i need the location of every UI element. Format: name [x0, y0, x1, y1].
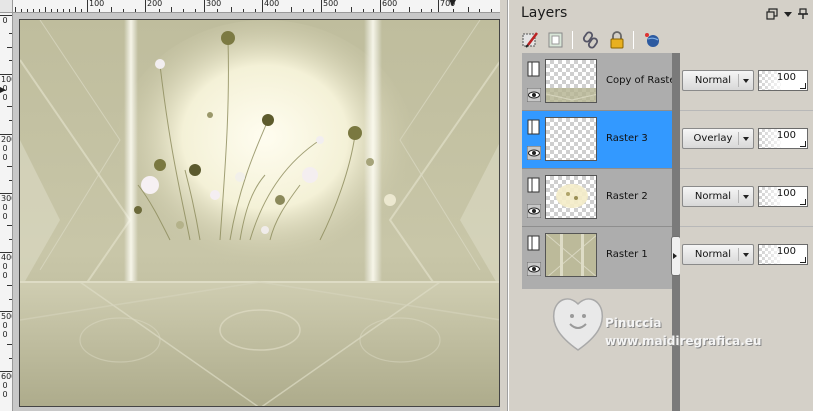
- watermark-name: Pinuccia: [605, 316, 662, 330]
- chevron-down-icon: [743, 253, 749, 257]
- visibility-eye-icon[interactable]: [527, 88, 541, 102]
- ruler-corner: [0, 0, 13, 13]
- float-icon[interactable]: [766, 8, 778, 20]
- layer-link-icon[interactable]: [527, 119, 541, 135]
- lock-icon[interactable]: [606, 29, 628, 51]
- ruler-label: 0: [2, 16, 8, 25]
- mask-icon[interactable]: [545, 29, 567, 51]
- ruler-label: 500: [1, 312, 12, 321]
- blend-mode-label: Normal: [694, 191, 732, 202]
- palette-header: Layers: [509, 0, 813, 28]
- resize-grip-icon: [800, 141, 806, 147]
- watermark-url: www.maidiregrafica.eu: [605, 334, 762, 348]
- panel-splitter[interactable]: [500, 0, 508, 411]
- chevron-down-icon: [743, 79, 749, 83]
- opacity-value: 100: [776, 188, 796, 199]
- expand-arrow-icon[interactable]: [673, 253, 677, 259]
- menu-arrow-icon[interactable]: [782, 8, 794, 20]
- layer-thumbnail: [545, 59, 597, 103]
- ruler-label: 100: [1, 75, 12, 84]
- visibility-eye-icon[interactable]: [527, 204, 541, 218]
- blend-mode-dropdown[interactable]: Normal: [682, 70, 754, 91]
- opacity-field[interactable]: 100: [758, 186, 808, 207]
- layer-row[interactable]: Raster 1: [522, 227, 672, 289]
- layer-props-row: Normal 100: [680, 227, 813, 289]
- blend-mode-label: Normal: [694, 75, 732, 86]
- opacity-field[interactable]: 100: [758, 70, 808, 91]
- ruler-label: 200: [147, 0, 163, 8]
- pin-icon[interactable]: [797, 8, 809, 20]
- opacity-value: 100: [776, 246, 796, 257]
- ruler-label: 600: [382, 0, 398, 8]
- layer-name: Raster 1: [606, 249, 648, 260]
- ruler-label: 500: [323, 0, 339, 8]
- layer-list: Copy of Raster 1 Raster 3 Raster 2 Raste…: [522, 53, 689, 289]
- layer-thumbnail: [545, 117, 597, 161]
- canvas-artwork: [20, 20, 499, 406]
- blend-mode-dropdown[interactable]: Normal: [682, 186, 754, 207]
- ruler-label: 400: [264, 0, 280, 8]
- layer-row[interactable]: Raster 3: [522, 111, 672, 169]
- resize-grip-icon: [800, 83, 806, 89]
- palette-toolbar: [509, 28, 813, 54]
- layer-name: Raster 2: [606, 191, 648, 202]
- layer-properties: Normal 100 Overlay 100 Normal 100 Normal…: [680, 53, 813, 289]
- chevron-down-icon: [743, 137, 749, 141]
- visibility-eye-icon[interactable]: [527, 146, 541, 160]
- horizontal-ruler: 100 200 300 400 500 600 700: [13, 0, 506, 13]
- ruler-label: 400: [1, 253, 12, 262]
- blend-mode-dropdown[interactable]: Overlay: [682, 128, 754, 149]
- blend-mode-dropdown[interactable]: Normal: [682, 244, 754, 265]
- opacity-value: 100: [776, 130, 796, 141]
- layer-props-row: Normal 100: [680, 169, 813, 227]
- opacity-field[interactable]: 100: [758, 128, 808, 149]
- ruler-position-marker: [449, 0, 456, 6]
- ruler-label: 200: [1, 135, 12, 144]
- layer-row[interactable]: Raster 2: [522, 169, 672, 227]
- opacity-value: 100: [776, 72, 796, 83]
- link-icon[interactable]: [580, 29, 602, 51]
- visibility-eye-icon[interactable]: [527, 262, 541, 276]
- layer-thumbnail: [545, 233, 597, 277]
- ruler-label: 300: [206, 0, 222, 8]
- palette-title: Layers: [521, 5, 568, 21]
- chevron-down-icon: [743, 195, 749, 199]
- canvas-area[interactable]: 100 200 300 400 500 600 700 0 10 0 0 20 …: [0, 0, 508, 411]
- app-window: 100 200 300 400 500 600 700 0 10 0 0 20 …: [0, 0, 813, 411]
- layer-link-icon[interactable]: [527, 177, 541, 193]
- blend-mode-label: Overlay: [693, 133, 733, 144]
- resize-grip-icon: [800, 257, 806, 263]
- layer-thumbnail: [545, 175, 597, 219]
- image-canvas[interactable]: [19, 19, 500, 407]
- vertical-ruler: 0 100 00 200 00 300 00 400 00 500 00 600: [0, 13, 13, 411]
- layer-link-icon[interactable]: [527, 61, 541, 77]
- ruler-label: 600: [1, 372, 12, 381]
- globe-icon[interactable]: [641, 29, 663, 51]
- ruler-label: 100: [89, 0, 105, 8]
- layer-name: Raster 3: [606, 133, 648, 144]
- blend-mode-label: Normal: [694, 249, 732, 260]
- layer-props-row: Overlay 100: [680, 111, 813, 169]
- layer-row[interactable]: Copy of Raster 1: [522, 53, 689, 111]
- resize-grip-icon: [800, 199, 806, 205]
- opacity-field[interactable]: 100: [758, 244, 808, 265]
- layer-link-icon[interactable]: [527, 235, 541, 251]
- layer-props-row: Normal 100: [680, 53, 813, 111]
- edit-selection-icon[interactable]: [519, 29, 541, 51]
- ruler-position-marker: [0, 87, 6, 93]
- ruler-label: 300: [1, 194, 12, 203]
